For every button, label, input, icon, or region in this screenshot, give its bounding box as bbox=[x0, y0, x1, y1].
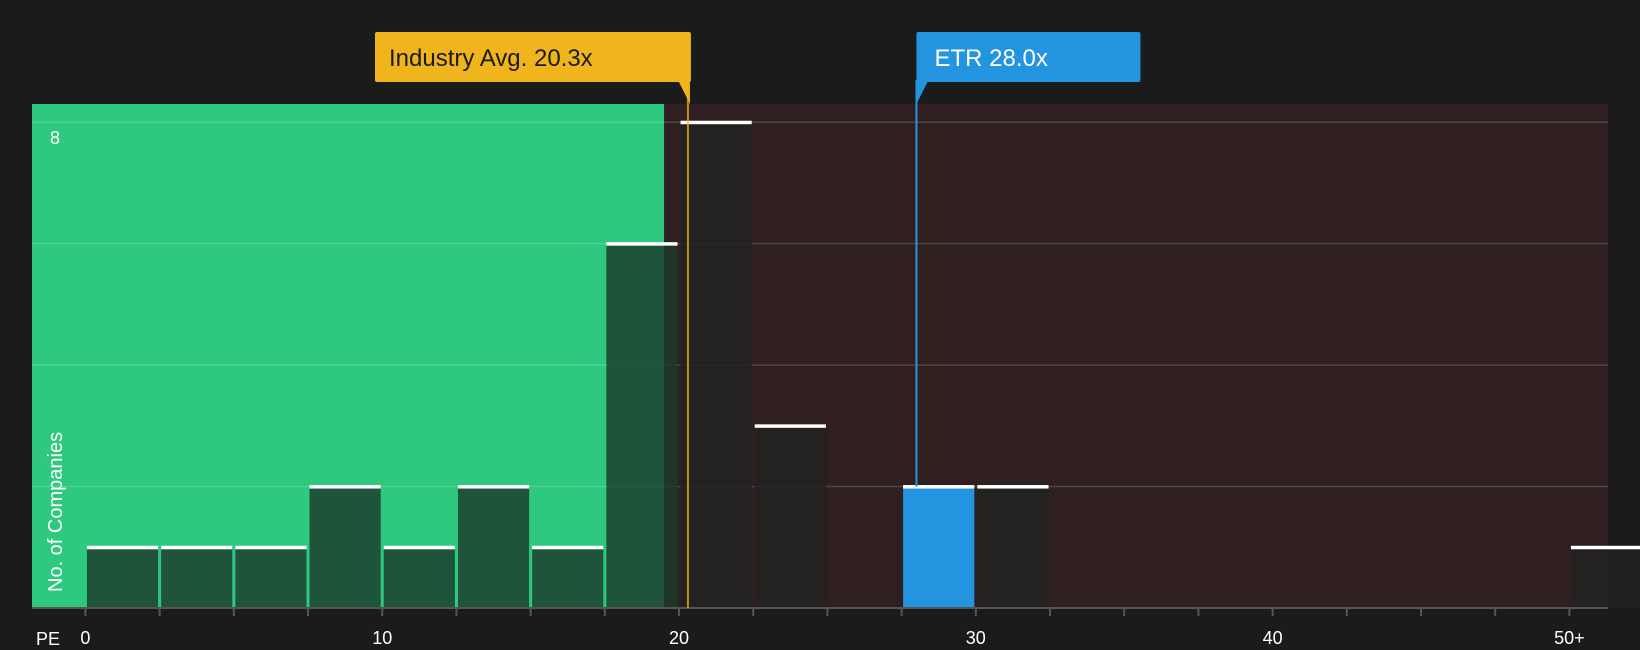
bar-cap-5 bbox=[457, 485, 530, 489]
bar-cap-7 bbox=[606, 242, 678, 246]
histogram-bar-1 bbox=[161, 547, 233, 608]
x-tick-label-0: 0 bbox=[80, 628, 90, 648]
bar-cap-4 bbox=[383, 545, 455, 550]
histogram-bar-5 bbox=[457, 486, 530, 608]
y-tick-label-8: 8 bbox=[50, 128, 60, 148]
histogram-bar-10 bbox=[903, 486, 975, 608]
bar-cap-6 bbox=[532, 545, 604, 550]
company-pointer bbox=[916, 80, 929, 104]
bar-cap-12 bbox=[1570, 545, 1640, 550]
bar-cap-11 bbox=[977, 485, 1049, 489]
x-tick-label-3: 30 bbox=[966, 628, 986, 648]
histogram-bar-4 bbox=[383, 547, 455, 608]
bar-cap-0 bbox=[86, 545, 159, 550]
industry-avg-label: Industry Avg. 20.3x bbox=[389, 45, 593, 72]
histogram-bar-12 bbox=[1570, 547, 1640, 608]
x-axis: 0 10 20 30 40 50+ bbox=[32, 607, 1608, 648]
x-tick-label-1: 10 bbox=[372, 628, 392, 648]
histogram-bar-7 bbox=[606, 243, 678, 608]
x-tick-label-5: 50+ bbox=[1554, 628, 1585, 648]
bar-cap-8 bbox=[680, 120, 752, 125]
y-axis-label: No. of Companies bbox=[45, 432, 67, 592]
x-tick-label-2: 20 bbox=[669, 628, 689, 648]
bar-cap-3 bbox=[309, 485, 381, 489]
histogram-bar-8 bbox=[680, 122, 752, 609]
bar-cap-10 bbox=[903, 485, 975, 489]
histogram-bar-2 bbox=[235, 547, 307, 608]
pe-distribution-chart: 0 10 20 30 40 50+ Industry Avg. 20.3x ETR 28.0… bbox=[32, 32, 1640, 649]
company-label: ETR 28.0x bbox=[934, 45, 1047, 72]
bar-cap-9 bbox=[754, 424, 826, 428]
x-axis-label: PE bbox=[36, 629, 60, 649]
histogram-bar-11 bbox=[977, 486, 1049, 608]
histogram-bar-9 bbox=[754, 425, 826, 608]
bar-cap-2 bbox=[235, 545, 307, 550]
x-tick-label-4: 40 bbox=[1263, 628, 1283, 648]
histogram-bar-6 bbox=[532, 547, 604, 608]
histogram-bar-3 bbox=[309, 486, 381, 608]
industry-avg-pointer bbox=[677, 80, 690, 104]
histogram-bar-0 bbox=[86, 547, 159, 608]
bar-cap-1 bbox=[161, 545, 233, 550]
